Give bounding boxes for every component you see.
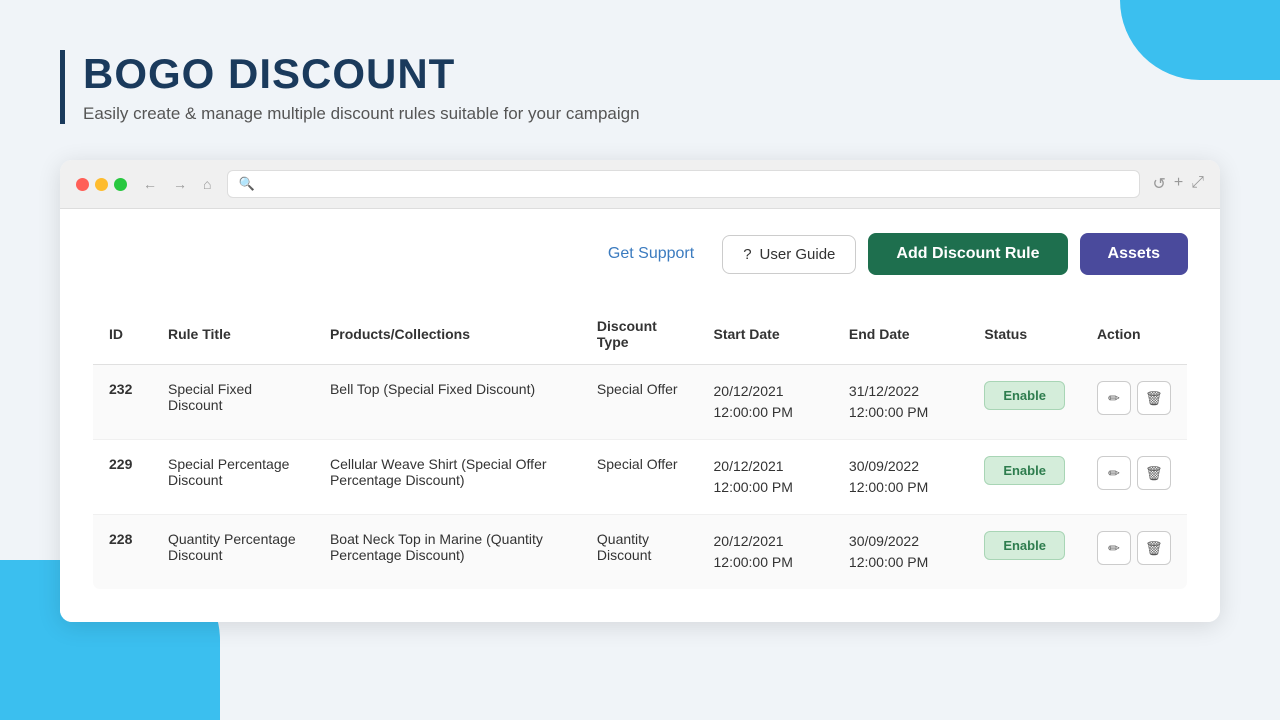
refresh-icon[interactable]: ↺ (1152, 174, 1165, 194)
cell-id: 228 (93, 515, 152, 590)
page-subtitle: Easily create & manage multiple discount… (83, 104, 1220, 124)
cell-action: ✏ 🗑 (1081, 515, 1188, 590)
col-header-discount-type: Discount Type (581, 304, 698, 365)
edit-button[interactable]: ✏ (1097, 531, 1131, 565)
browser-nav: ← → ⌂ (139, 174, 215, 194)
table-body: 232 Special Fixed Discount Bell Top (Spe… (93, 365, 1188, 590)
browser-chrome: ← → ⌂ 🔍 ↺ + ⤢ (60, 160, 1220, 209)
cell-status: Enable (968, 440, 1081, 515)
cell-start-date: 20/12/2021 12:00:00 PM (698, 440, 833, 515)
cell-products: Boat Neck Top in Marine (Quantity Percen… (314, 515, 581, 590)
edit-button[interactable]: ✏ (1097, 456, 1131, 490)
col-header-products: Products/Collections (314, 304, 581, 365)
col-header-start-date: Start Date (698, 304, 833, 365)
cell-rule-title: Special Fixed Discount (152, 365, 314, 440)
col-header-status: Status (968, 304, 1081, 365)
header-section: BOGO DISCOUNT Easily create & manage mul… (60, 50, 1220, 124)
browser-actions: ↺ + ⤢ (1152, 174, 1204, 194)
question-icon: ? (743, 246, 751, 263)
cell-products: Cellular Weave Shirt (Special Offer Perc… (314, 440, 581, 515)
cell-products: Bell Top (Special Fixed Discount) (314, 365, 581, 440)
dot-yellow[interactable] (95, 178, 108, 191)
assets-button[interactable]: Assets (1080, 233, 1188, 275)
action-buttons: ✏ 🗑 (1097, 531, 1171, 565)
cell-action: ✏ 🗑 (1081, 440, 1188, 515)
home-icon[interactable]: ⌂ (199, 174, 215, 194)
expand-icon[interactable]: ⤢ (1191, 174, 1204, 194)
cell-discount-type: Quantity Discount (581, 515, 698, 590)
cell-start-date: 20/12/2021 12:00:00 PM (698, 365, 833, 440)
cell-start-date: 20/12/2021 12:00:00 PM (698, 515, 833, 590)
cell-status: Enable (968, 365, 1081, 440)
cell-end-date: 31/12/2022 12:00:00 PM (833, 365, 968, 440)
browser-dots (76, 178, 127, 191)
search-icon: 🔍 (238, 176, 254, 192)
cell-rule-title: Special Percentage Discount (152, 440, 314, 515)
cell-end-date: 30/09/2022 12:00:00 PM (833, 515, 968, 590)
cell-id: 232 (93, 365, 152, 440)
dot-green[interactable] (114, 178, 127, 191)
enable-button[interactable]: Enable (984, 381, 1065, 410)
delete-button[interactable]: 🗑 (1137, 531, 1171, 565)
table-row: 232 Special Fixed Discount Bell Top (Spe… (93, 365, 1188, 440)
cell-rule-title: Quantity Percentage Discount (152, 515, 314, 590)
new-tab-icon[interactable]: + (1174, 174, 1183, 194)
user-guide-label: User Guide (760, 246, 836, 263)
page-title: BOGO DISCOUNT (83, 50, 1220, 98)
edit-button[interactable]: ✏ (1097, 381, 1131, 415)
col-header-action: Action (1081, 304, 1188, 365)
cell-discount-type: Special Offer (581, 440, 698, 515)
table-header: ID Rule Title Products/Collections Disco… (93, 304, 1188, 365)
back-icon[interactable]: ← (139, 174, 161, 194)
cell-status: Enable (968, 515, 1081, 590)
col-header-id: ID (93, 304, 152, 365)
cell-end-date: 30/09/2022 12:00:00 PM (833, 440, 968, 515)
action-buttons: ✏ 🗑 (1097, 381, 1171, 415)
col-header-rule-title: Rule Title (152, 304, 314, 365)
user-guide-button[interactable]: ? User Guide (722, 235, 856, 274)
delete-button[interactable]: 🗑 (1137, 381, 1171, 415)
enable-button[interactable]: Enable (984, 531, 1065, 560)
browser-address-bar[interactable]: 🔍 (227, 170, 1140, 198)
browser-body: Get Support ? User Guide Add Discount Ru… (60, 209, 1220, 622)
add-discount-rule-button[interactable]: Add Discount Rule (868, 233, 1067, 275)
enable-button[interactable]: Enable (984, 456, 1065, 485)
cell-discount-type: Special Offer (581, 365, 698, 440)
table-row: 228 Quantity Percentage Discount Boat Ne… (93, 515, 1188, 590)
cell-id: 229 (93, 440, 152, 515)
get-support-button[interactable]: Get Support (592, 235, 710, 273)
action-buttons: ✏ 🗑 (1097, 456, 1171, 490)
dot-red[interactable] (76, 178, 89, 191)
toolbar: Get Support ? User Guide Add Discount Ru… (92, 233, 1188, 275)
delete-button[interactable]: 🗑 (1137, 456, 1171, 490)
forward-icon[interactable]: → (169, 174, 191, 194)
discount-table: ID Rule Title Products/Collections Disco… (92, 303, 1188, 590)
table-row: 229 Special Percentage Discount Cellular… (93, 440, 1188, 515)
browser-window: ← → ⌂ 🔍 ↺ + ⤢ Get Support ? User Guide (60, 160, 1220, 622)
col-header-end-date: End Date (833, 304, 968, 365)
cell-action: ✏ 🗑 (1081, 365, 1188, 440)
